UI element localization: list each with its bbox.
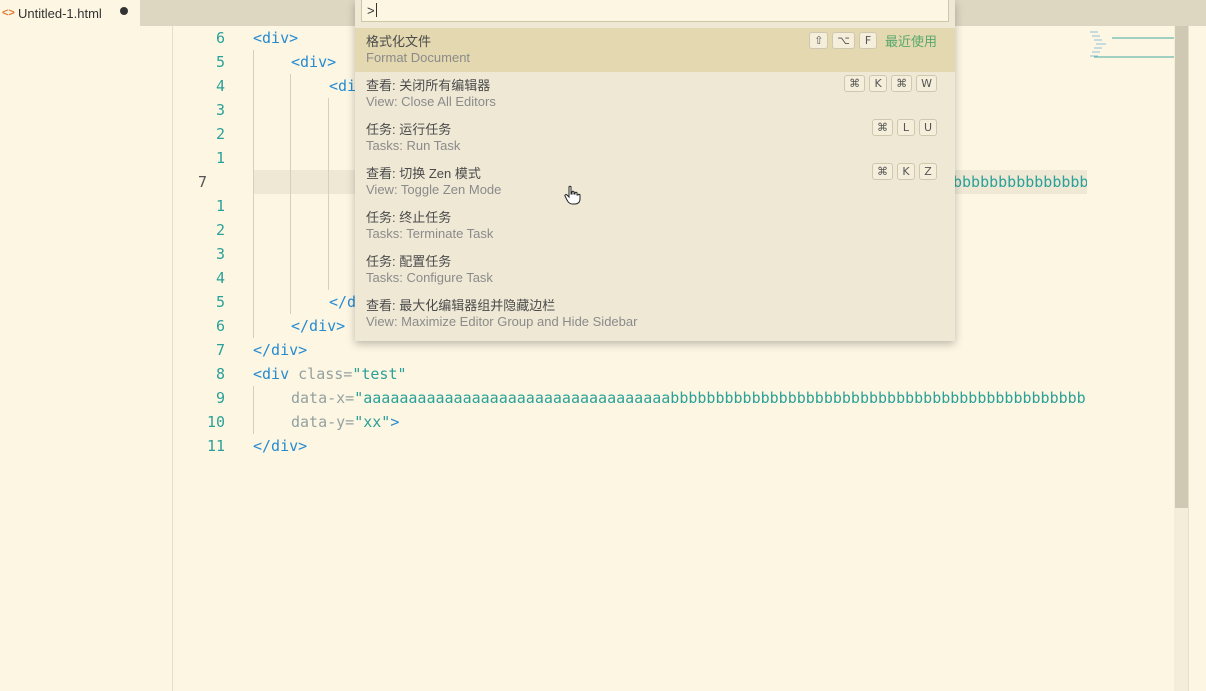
keybinding: ⌘ K ⌘ W xyxy=(844,75,937,92)
command-label: 任务: 运行任务 xyxy=(366,122,452,137)
tab-untitled-1[interactable]: <> Untitled-1.html xyxy=(0,0,140,26)
vertical-scrollbar-thumb[interactable] xyxy=(1175,26,1188,508)
attr-name: class= xyxy=(289,365,353,383)
line-number: 1 xyxy=(215,197,225,215)
command-detail: View: Close All Editors xyxy=(366,94,496,109)
command-palette-input[interactable]: > xyxy=(361,0,949,22)
line-number-gutter: 6 5 4 3 2 1 7 1 2 3 4 5 6 7 8 9 10 11 xyxy=(173,26,233,691)
command-label: 查看: 关闭所有编辑器 xyxy=(366,78,491,93)
command-item-run-task[interactable]: 任务: 运行任务 Tasks: Run Task ⌘ L U xyxy=(355,116,955,160)
command-detail: View: Maximize Editor Group and Hide Sid… xyxy=(366,314,638,329)
line-number: 4 xyxy=(215,77,225,95)
line-number: 4 xyxy=(215,269,225,287)
key-k: K xyxy=(897,163,915,180)
command-key-icon: ⌘ xyxy=(844,75,866,92)
code-line: </div> xyxy=(253,341,308,359)
line-number: 6 xyxy=(215,317,225,335)
command-item-toggle-zen-mode[interactable]: 查看: 切换 Zen 模式 View: Toggle Zen Mode ⌘ K … xyxy=(355,160,955,204)
minimap-preview xyxy=(1090,31,1174,58)
line-number: 6 xyxy=(215,29,225,47)
shift-key-icon: ⇧ xyxy=(809,32,829,49)
code-line: <di xyxy=(329,77,357,95)
command-label: 查看: 切换 Zen 模式 xyxy=(366,166,481,181)
command-palette: > 格式化文件 Format Document ⇧ ⌥ F 最近使用 查看: 关… xyxy=(355,0,955,341)
keybinding: ⌘ K Z xyxy=(872,163,937,180)
line-number: 5 xyxy=(215,53,225,71)
command-detail: Tasks: Terminate Task xyxy=(366,226,494,241)
line-number: 9 xyxy=(215,389,225,407)
tag-close: > xyxy=(390,413,400,431)
command-detail: Tasks: Run Task xyxy=(366,138,461,153)
current-line-number: 7 xyxy=(197,173,207,191)
line-number: 5 xyxy=(215,293,225,311)
line-number: 8 xyxy=(215,365,225,383)
attr-value: "xx" xyxy=(354,413,391,431)
command-label: 任务: 终止任务 xyxy=(366,210,452,225)
line-number: 3 xyxy=(215,101,225,119)
minimap[interactable] xyxy=(1088,26,1174,691)
command-detail: Format Document xyxy=(366,50,471,65)
command-detail: Tasks: Configure Task xyxy=(366,270,493,285)
overview-ruler xyxy=(1188,26,1189,691)
code-line: data-y="xx"> xyxy=(291,410,399,434)
option-key-icon: ⌥ xyxy=(832,32,855,49)
line-number: 7 xyxy=(215,341,225,359)
code-line: data-x="aaaaaaaaaaaaaaaaaaaaaaaaaaaaaaaa… xyxy=(291,386,1087,410)
line-number: 2 xyxy=(215,125,225,143)
code-line: <div class="test" xyxy=(253,362,407,386)
tab-title: Untitled-1.html xyxy=(18,5,102,21)
code-line: </div> xyxy=(253,437,308,455)
command-item-maximize-editor-group[interactable]: 查看: 最大化编辑器组并隐藏边栏 View: Maximize Editor G… xyxy=(355,292,955,336)
command-key-icon: ⌘ xyxy=(871,119,893,136)
key-w: W xyxy=(916,75,937,92)
command-item-close-all-editors[interactable]: 查看: 关闭所有编辑器 View: Close All Editors ⌘ K … xyxy=(355,72,955,116)
indent-guide xyxy=(253,386,254,434)
indent-guide xyxy=(253,50,254,338)
attr-name: data-x= xyxy=(291,389,355,407)
code-line: </div> xyxy=(291,317,346,335)
code-line: <div> xyxy=(253,29,299,47)
line-number: 2 xyxy=(215,221,225,239)
command-detail: View: Toggle Zen Mode xyxy=(366,182,502,197)
keybinding: ⌘ L U xyxy=(871,119,937,136)
html-file-icon: <> xyxy=(2,7,15,19)
code-line: bbbbbbbbbbbbbbb xyxy=(953,173,1087,191)
key-u: U xyxy=(918,119,937,136)
recently-used-badge: 最近使用 xyxy=(884,34,937,49)
command-key-icon: ⌘ xyxy=(872,163,893,180)
line-number: 11 xyxy=(206,437,225,455)
code-line: </d xyxy=(329,293,357,311)
keybinding: ⇧ ⌥ F 最近使用 xyxy=(809,31,937,50)
key-k: K xyxy=(869,75,888,92)
attr-value: "aaaaaaaaaaaaaaaaaaaaaaaaaaaaaaaaaabbbbb… xyxy=(354,389,1087,407)
attr-value: "test" xyxy=(352,365,407,383)
line-number: 10 xyxy=(206,413,225,431)
command-palette-input-value: > xyxy=(367,3,375,18)
hand-pointer-icon xyxy=(564,185,581,205)
command-item-format-document[interactable]: 格式化文件 Format Document ⇧ ⌥ F 最近使用 xyxy=(355,28,955,72)
indent-guide xyxy=(328,98,329,290)
code-line: <div> xyxy=(291,53,337,71)
command-key-icon: ⌘ xyxy=(891,75,913,92)
command-item-configure-task[interactable]: 任务: 配置任务 Tasks: Configure Task xyxy=(355,248,955,292)
key-l: L xyxy=(896,119,915,136)
command-label: 格式化文件 xyxy=(366,34,432,49)
tag-open: <div xyxy=(253,365,290,383)
unsaved-dot-icon[interactable] xyxy=(120,7,128,15)
command-label: 查看: 最大化编辑器组并隐藏边栏 xyxy=(366,298,556,313)
line-number: 3 xyxy=(215,245,225,263)
attr-name: data-y= xyxy=(291,413,355,431)
line-number: 1 xyxy=(215,149,225,167)
indent-guide xyxy=(290,74,291,314)
key-z: Z xyxy=(919,163,937,180)
text-caret xyxy=(375,3,377,17)
command-item-terminate-task[interactable]: 任务: 终止任务 Tasks: Terminate Task xyxy=(355,204,955,248)
command-label: 任务: 配置任务 xyxy=(366,254,452,269)
key-f: F xyxy=(858,32,877,49)
